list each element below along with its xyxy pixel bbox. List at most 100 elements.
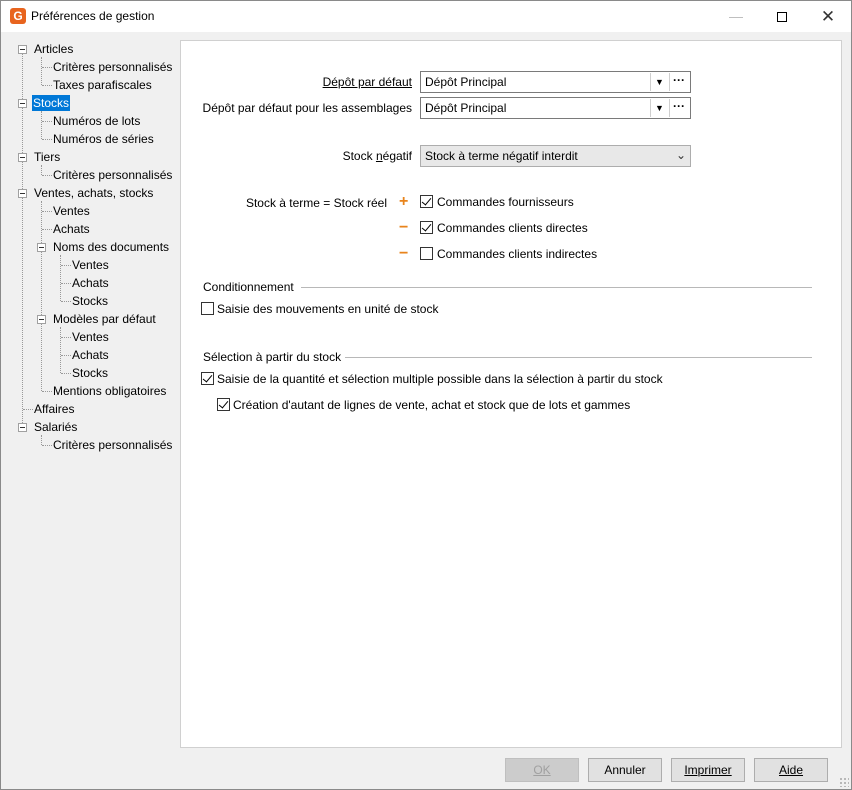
ellipsis-button[interactable]: ··· [669,99,688,117]
depot-assemblages-value: Dépôt Principal [425,101,507,115]
tree-line [42,139,52,140]
tree-item-modeles-achats[interactable]: Achats [71,347,110,363]
saisie-quantite-checkbox[interactable] [201,372,214,385]
tree-item-achats[interactable]: Achats [52,221,91,237]
tree-item-modeles-ventes[interactable]: Ventes [71,329,110,345]
dropdown-arrow-icon[interactable]: ▼ [650,73,668,91]
commandes-clients-directes-checkbox[interactable] [420,221,433,234]
app-logo-icon: G [10,8,26,24]
collapse-icon[interactable] [37,243,46,252]
tree-item-noms-ventes[interactable]: Ventes [71,257,110,273]
tree-item-ventes[interactable]: Ventes [52,203,91,219]
navigation-tree: Articles Critères personnalisés Taxes pa… [1,32,179,752]
annuler-button[interactable]: Annuler [588,758,662,782]
tree-line [23,409,33,410]
tree-line [60,255,61,301]
title-bar: G Préférences de gestion — ✕ [1,1,851,32]
tree-line [41,57,42,85]
collapse-icon[interactable] [37,315,46,324]
tree-item-ventes-achats-stocks[interactable]: Ventes, achats, stocks [33,185,154,201]
chevron-down-icon: ⌄ [675,148,686,162]
tree-item-mentions-obligatoires[interactable]: Mentions obligatoires [52,383,167,399]
tree-item-salaries[interactable]: Salariés [33,419,78,435]
minimize-button[interactable]: — [713,1,759,32]
tree-item-salaries-criteres[interactable]: Critères personnalisés [52,437,173,453]
tree-item-modeles-defaut[interactable]: Modèles par défaut [52,311,157,327]
tree-item-numeros-lots[interactable]: Numéros de lots [52,113,141,129]
tree-item-noms-stocks[interactable]: Stocks [71,293,109,309]
collapse-icon[interactable] [18,189,27,198]
tree-line [42,445,52,446]
commandes-clients-indirectes-checkbox[interactable] [420,247,433,260]
maximize-button[interactable] [759,1,805,32]
tree-item-taxes-parafiscales[interactable]: Taxes parafiscales [52,77,153,93]
ellipsis-button[interactable]: ··· [669,73,688,91]
tree-line [41,111,42,139]
conditionnement-title: Conditionnement [203,280,294,294]
depot-defaut-value: Dépôt Principal [425,75,507,89]
tree-item-tiers[interactable]: Tiers [33,149,61,165]
depot-defaut-combo[interactable]: Dépôt Principal ▼ ··· [420,71,691,93]
saisie-mouvements-checkbox[interactable] [201,302,214,315]
tree-line [42,229,52,230]
tree-line [41,435,42,445]
dialog-window: G Préférences de gestion — ✕ Articles Cr… [0,0,852,790]
minus-operator: − [399,219,409,236]
tree-line [42,175,52,176]
commandes-fournisseurs-label: Commandes fournisseurs [437,195,574,209]
tree-line [42,391,52,392]
saisie-quantite-label: Saisie de la quantité et sélection multi… [217,372,663,386]
tree-line [42,85,52,86]
collapse-icon[interactable] [18,99,27,108]
stock-negatif-value: Stock à terme négatif interdit [425,149,578,163]
section-divider [345,357,812,358]
tree-item-articles-criteres[interactable]: Critères personnalisés [52,59,173,75]
creation-lignes-checkbox[interactable] [217,398,230,411]
tree-line [42,121,52,122]
resize-grip-icon[interactable] [839,777,849,787]
tree-item-articles[interactable]: Articles [33,41,74,57]
tree-line [61,283,71,284]
commandes-clients-indirectes-label: Commandes clients indirectes [437,247,598,261]
maximize-icon [777,12,787,23]
depot-assemblages-label: Dépôt par défaut pour les assemblages [202,101,412,115]
aide-button[interactable]: Aide [754,758,828,782]
depot-assemblages-combo[interactable]: Dépôt Principal ▼ ··· [420,97,691,119]
selection-title: Sélection à partir du stock [203,350,342,364]
commandes-fournisseurs-checkbox[interactable] [420,195,433,208]
tree-line [61,355,71,356]
tree-line [42,67,52,68]
close-button[interactable]: ✕ [805,1,851,32]
tree-line [42,211,52,212]
plus-operator: + [399,193,409,210]
imprimer-button[interactable]: Imprimer [671,758,745,782]
tree-line [61,337,71,338]
saisie-mouvements-label: Saisie des mouvements en unité de stock [217,302,439,316]
commandes-clients-directes-label: Commandes clients directes [437,221,588,235]
tree-line [61,301,71,302]
tree-item-numeros-series[interactable]: Numéros de séries [52,131,155,147]
tree-item-modeles-stocks[interactable]: Stocks [71,365,109,381]
ok-button[interactable]: OK [505,758,579,782]
tree-item-stocks[interactable]: Stocks [32,95,71,111]
collapse-icon[interactable] [18,45,27,54]
stock-negatif-select[interactable]: Stock à terme négatif interdit ⌄ [420,145,691,167]
tree-line [61,265,71,266]
tree-item-noms-achats[interactable]: Achats [71,275,110,291]
depot-defaut-label: Dépôt par défaut [322,75,412,89]
tree-item-affaires[interactable]: Affaires [33,401,75,417]
minus-operator: − [399,245,409,262]
dropdown-arrow-icon[interactable]: ▼ [650,99,668,117]
window-title: Préférences de gestion [31,9,155,23]
section-divider [301,287,812,288]
creation-lignes-label: Création d'autant de lignes de vente, ac… [233,398,631,412]
collapse-icon[interactable] [18,423,27,432]
tree-line [41,165,42,175]
tree-line [61,373,71,374]
settings-panel: Dépôt par défaut Dépôt Principal ▼ ··· D… [180,40,842,748]
collapse-icon[interactable] [18,153,27,162]
stock-terme-label: Stock à terme = Stock réel [245,196,387,210]
tree-item-noms-documents[interactable]: Noms des documents [52,239,170,255]
stock-negatif-label: Stock négatif [342,149,412,163]
tree-item-tiers-criteres[interactable]: Critères personnalisés [52,167,173,183]
